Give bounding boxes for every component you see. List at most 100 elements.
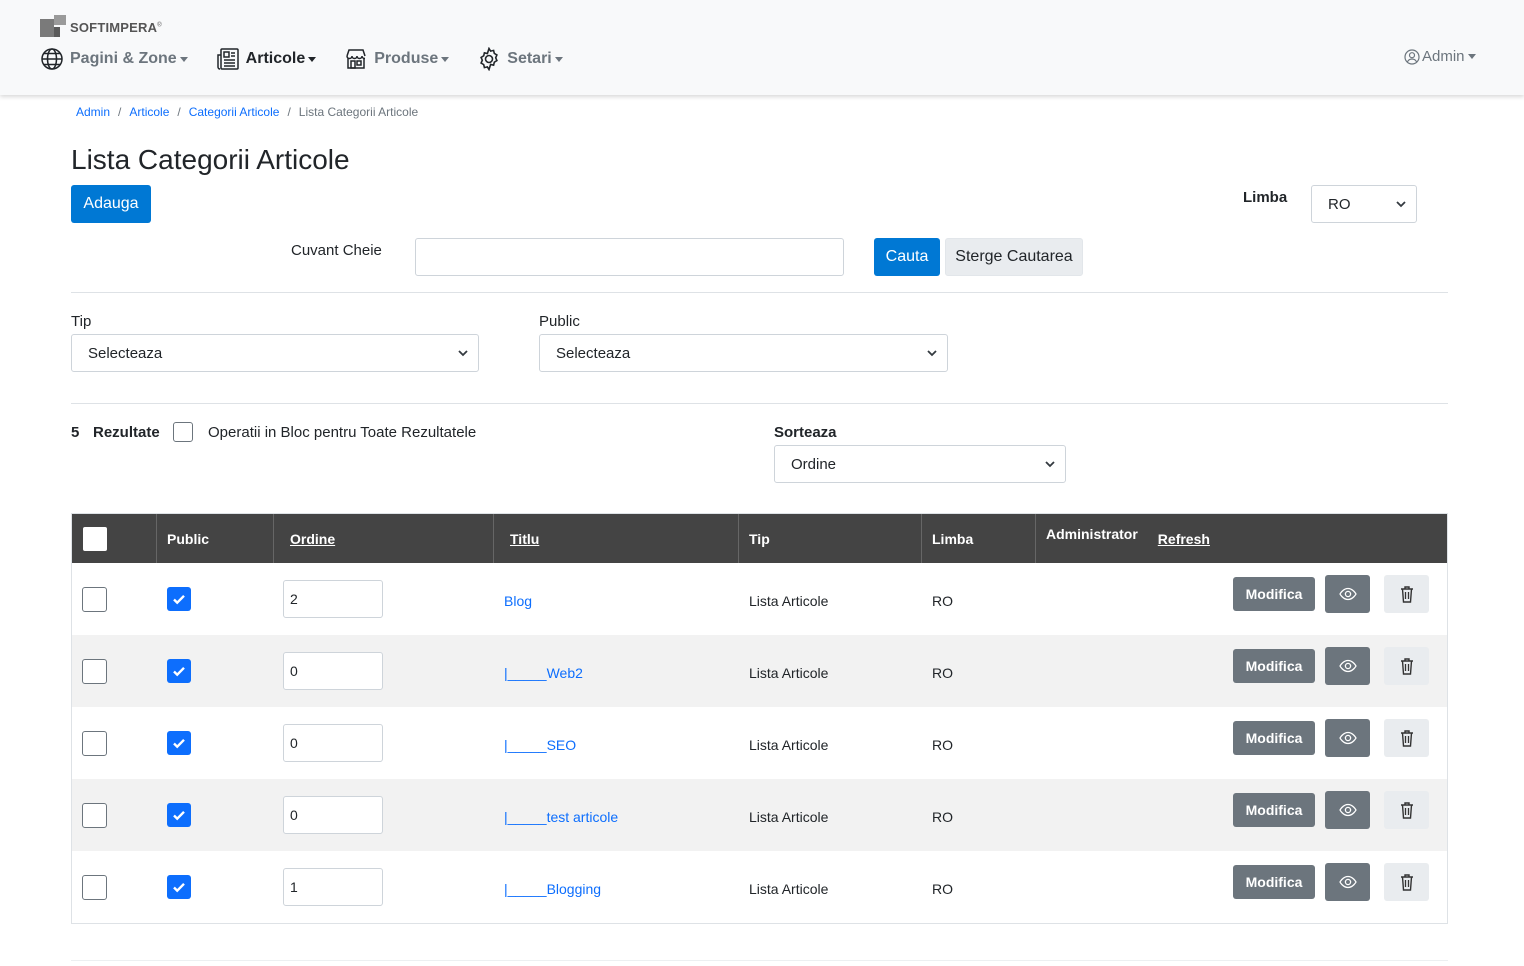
category-title-link[interactable]: |_____Blogging — [504, 881, 601, 897]
category-language: RO — [932, 593, 953, 609]
nav-item-produse[interactable]: Produse — [344, 47, 450, 71]
public-checkbox[interactable] — [167, 803, 191, 827]
chevron-down-icon — [554, 56, 563, 62]
eye-icon — [1338, 587, 1357, 601]
category-type: Lista Articole — [749, 809, 829, 825]
language-select[interactable]: RO — [1311, 185, 1417, 223]
public-checkbox[interactable] — [167, 731, 191, 755]
refresh-link[interactable]: Refresh — [1158, 531, 1210, 547]
category-title-link[interactable]: |_____SEO — [504, 737, 576, 753]
view-button[interactable] — [1325, 863, 1370, 901]
edit-button[interactable]: Modifica — [1233, 865, 1315, 899]
order-input[interactable]: 0 — [283, 724, 383, 762]
category-type: Lista Articole — [749, 881, 829, 897]
logo-mark-icon — [40, 15, 70, 39]
check-icon — [173, 882, 185, 893]
add-button[interactable]: Adauga — [71, 185, 151, 223]
delete-button[interactable] — [1384, 719, 1429, 757]
language-select-value: RO — [1328, 195, 1351, 213]
bulk-operations-label: Operatii in Bloc pentru Toate Rezultatel… — [208, 424, 477, 441]
public-checkbox[interactable] — [167, 659, 191, 683]
view-button[interactable] — [1325, 575, 1370, 613]
divider — [71, 292, 1448, 293]
edit-button[interactable]: Modifica — [1233, 721, 1315, 755]
header-order[interactable]: Ordine — [274, 514, 494, 563]
table-row: 1 |_____Blogging Lista Articole RO Modif… — [72, 851, 1447, 923]
edit-button[interactable]: Modifica — [1233, 793, 1315, 827]
search-button[interactable]: Cauta — [874, 238, 940, 276]
clear-search-button[interactable]: Sterge Cautarea — [945, 238, 1083, 276]
header-select-all-cell — [72, 514, 157, 563]
breadcrumb-articole[interactable]: Articole — [129, 105, 169, 119]
order-input[interactable]: 0 — [283, 796, 383, 834]
trash-icon — [1400, 802, 1413, 819]
sort-label: Sorteaza — [774, 424, 837, 441]
check-icon — [173, 738, 185, 749]
order-input[interactable]: 0 — [283, 652, 383, 690]
table-row: 0 |_____test articole Lista Articole RO … — [72, 779, 1447, 851]
nav-item-label: Articole — [245, 50, 306, 67]
row-select-checkbox[interactable] — [82, 803, 107, 828]
nav-item-label: Pagini & Zone — [70, 50, 177, 67]
category-title-link[interactable]: Blog — [504, 593, 532, 609]
delete-button[interactable] — [1384, 863, 1429, 901]
breadcrumb-current: Lista Categorii Articole — [298, 105, 419, 119]
view-button[interactable] — [1325, 647, 1370, 685]
public-checkbox[interactable] — [167, 587, 191, 611]
breadcrumb-categorii-articole[interactable]: Categorii Articole — [189, 105, 280, 119]
edit-button[interactable]: Modifica — [1233, 577, 1315, 611]
category-language: RO — [932, 809, 953, 825]
row-select-checkbox[interactable] — [82, 875, 107, 900]
sort-select[interactable]: Ordine — [774, 445, 1066, 483]
edit-button[interactable]: Modifica — [1233, 649, 1315, 683]
trash-icon — [1400, 730, 1413, 747]
table-header: Public Ordine Titlu Tip Limba Administra… — [72, 514, 1447, 563]
type-filter-value: Selecteaza — [88, 344, 163, 362]
gear-icon — [480, 47, 499, 71]
breadcrumb-admin[interactable]: Admin — [76, 105, 110, 119]
nav-item-articole[interactable]: Articole — [216, 47, 317, 71]
nav-item-pagini-zone[interactable]: Pagini & Zone — [40, 47, 188, 71]
delete-button[interactable] — [1384, 791, 1429, 829]
brand-logo[interactable]: SOFTIMPERA® — [40, 15, 162, 39]
nav-item-setari[interactable]: Setari — [477, 47, 563, 71]
header-admin-cell: Administrator Refresh — [1036, 514, 1447, 563]
category-title-link[interactable]: |_____Web2 — [504, 665, 583, 681]
row-select-checkbox[interactable] — [82, 587, 107, 612]
delete-button[interactable] — [1384, 575, 1429, 613]
trash-icon — [1400, 586, 1413, 603]
user-menu[interactable]: Admin — [1404, 48, 1476, 65]
row-select-checkbox[interactable] — [82, 659, 107, 684]
delete-button[interactable] — [1384, 647, 1429, 685]
type-filter-label: Tip — [71, 313, 92, 330]
public-filter-label: Public — [539, 313, 580, 330]
header-title[interactable]: Titlu — [494, 514, 739, 563]
table-row: 2 Blog Lista Articole RO Modifica — [72, 563, 1447, 635]
header-language: Limba — [922, 514, 1036, 563]
shop-icon — [346, 49, 366, 69]
row-select-checkbox[interactable] — [82, 731, 107, 756]
table-row: 0 |_____SEO Lista Articole RO Modifica — [72, 707, 1447, 779]
public-checkbox[interactable] — [167, 875, 191, 899]
language-label: Limba — [1243, 189, 1288, 206]
table-row: 0 |_____Web2 Lista Articole RO Modifica — [72, 635, 1447, 707]
keyword-input[interactable] — [415, 238, 844, 276]
category-language: RO — [932, 737, 953, 753]
public-filter-select[interactable]: Selecteaza — [539, 334, 948, 372]
breadcrumb-separator: / — [287, 105, 291, 119]
trash-icon — [1400, 874, 1413, 891]
user-circle-icon — [1404, 48, 1420, 65]
keyword-label: Cuvant Cheie — [291, 242, 382, 259]
view-button[interactable] — [1325, 719, 1370, 757]
category-language: RO — [932, 881, 953, 897]
select-all-checkbox[interactable] — [83, 526, 107, 551]
order-input[interactable]: 1 — [283, 868, 383, 906]
category-title-link[interactable]: |_____test articole — [504, 809, 618, 825]
type-filter-select[interactable]: Selecteaza — [71, 334, 479, 372]
bulk-operations-checkbox[interactable] — [173, 422, 193, 442]
check-icon — [173, 666, 185, 677]
view-button[interactable] — [1325, 791, 1370, 829]
breadcrumb: Admin / Articole / Categorii Articole / … — [76, 105, 418, 119]
order-input[interactable]: 2 — [283, 580, 383, 618]
breadcrumb-separator: / — [177, 105, 181, 119]
